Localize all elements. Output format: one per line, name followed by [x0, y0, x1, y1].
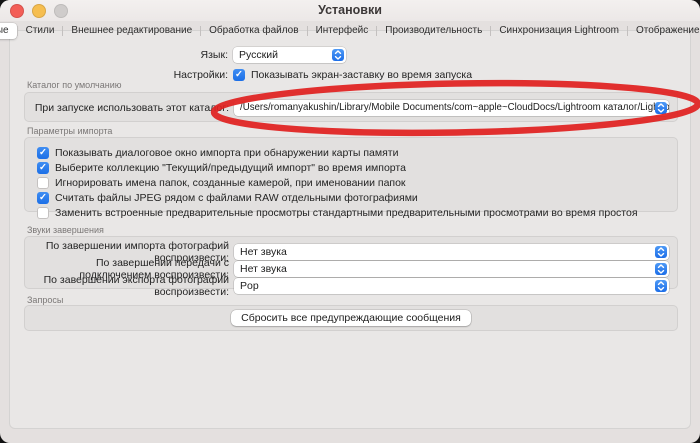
sound-value: Pop	[240, 280, 259, 292]
sound-row-export: По завершении экспорта фотографий воспро…	[25, 274, 677, 298]
completion-sounds-box: По завершении импорта фотографий воспрои…	[24, 236, 678, 289]
export-sound-select[interactable]: Pop	[234, 278, 669, 294]
checkbox[interactable]	[37, 207, 49, 219]
checkbox[interactable]	[37, 177, 49, 189]
tab-lightroom-sync[interactable]: Синхронизация Lightroom	[491, 23, 627, 39]
preferences-window: Установки Основные Стили Внешнее редакти…	[0, 0, 700, 443]
import-option-row[interactable]: Считать файлы JPEG рядом с файлами RAW о…	[37, 190, 677, 205]
checkbox-label: Выберите коллекцию "Текущий/предыдущий и…	[55, 162, 406, 174]
tab-general[interactable]: Основные	[0, 23, 17, 39]
tab-file-handling[interactable]: Обработка файлов	[201, 23, 306, 39]
window-title: Установки	[0, 0, 700, 21]
checkbox[interactable]	[37, 147, 49, 159]
checkbox-label: Считать файлы JPEG рядом с файлами RAW о…	[55, 192, 418, 204]
tab-segmented-control: Основные Стили Внешнее редактирование Об…	[0, 22, 700, 39]
language-row: Язык: Русский	[0, 47, 700, 63]
section-label-prompts: Запросы	[27, 295, 63, 305]
catalog-path-value: /Users/romanyakushin/Library/Mobile Docu…	[240, 102, 669, 113]
tab-display[interactable]: Отображение	[628, 23, 700, 39]
tab-performance[interactable]: Производительность	[377, 23, 490, 39]
checkbox[interactable]	[37, 162, 49, 174]
popup-stepper-icon	[655, 102, 667, 114]
titlebar: Установки	[0, 0, 700, 21]
checkbox[interactable]	[233, 69, 245, 81]
import-option-row[interactable]: Игнорировать имена папок, созданные каме…	[37, 175, 677, 190]
checkbox-label: Показывать диалоговое окно импорта при о…	[55, 147, 398, 159]
section-label-completion-sounds: Звуки завершения	[27, 225, 104, 235]
prompts-box: Сбросить все предупреждающие сообщения	[24, 305, 678, 331]
tab-presets[interactable]: Стили	[18, 23, 63, 39]
catalog-row: При запуске использовать этот каталог: /…	[25, 100, 677, 116]
checkbox-label: Показывать экран-заставку во время запус…	[251, 69, 472, 81]
checkbox-label: Заменить встроенные предварительные прос…	[55, 207, 638, 219]
popup-stepper-icon	[655, 280, 667, 292]
import-option-row[interactable]: Выберите коллекцию "Текущий/предыдущий и…	[37, 160, 677, 175]
import-options-box: Показывать диалоговое окно импорта при о…	[24, 137, 678, 212]
import-option-row[interactable]: Показывать диалоговое окно импорта при о…	[37, 145, 677, 160]
show-splash-checkbox-row[interactable]: Показывать экран-заставку во время запус…	[233, 69, 472, 81]
catalog-label: При запуске использовать этот каталог:	[25, 102, 229, 114]
language-select[interactable]: Русский	[233, 47, 346, 63]
catalog-path-select[interactable]: /Users/romanyakushin/Library/Mobile Docu…	[234, 100, 669, 116]
import-option-row[interactable]: Заменить встроенные предварительные прос…	[37, 205, 677, 220]
preferences-tabbar: Основные Стили Внешнее редактирование Об…	[0, 22, 700, 39]
language-label: Язык:	[0, 49, 228, 61]
reset-warnings-button[interactable]: Сбросить все предупреждающие сообщения	[231, 310, 471, 326]
checkbox[interactable]	[37, 192, 49, 204]
section-label-import-options: Параметры импорта	[27, 126, 112, 136]
default-catalog-box: При запуске использовать этот каталог: /…	[24, 92, 678, 122]
popup-stepper-icon	[332, 49, 344, 61]
section-label-default-catalog: Каталог по умолчанию	[27, 80, 122, 90]
tab-external-editing[interactable]: Внешнее редактирование	[63, 23, 200, 39]
language-value: Русский	[239, 49, 278, 61]
tab-interface[interactable]: Интерфейс	[308, 23, 377, 39]
checkbox-label: Игнорировать имена папок, созданные каме…	[55, 177, 406, 189]
